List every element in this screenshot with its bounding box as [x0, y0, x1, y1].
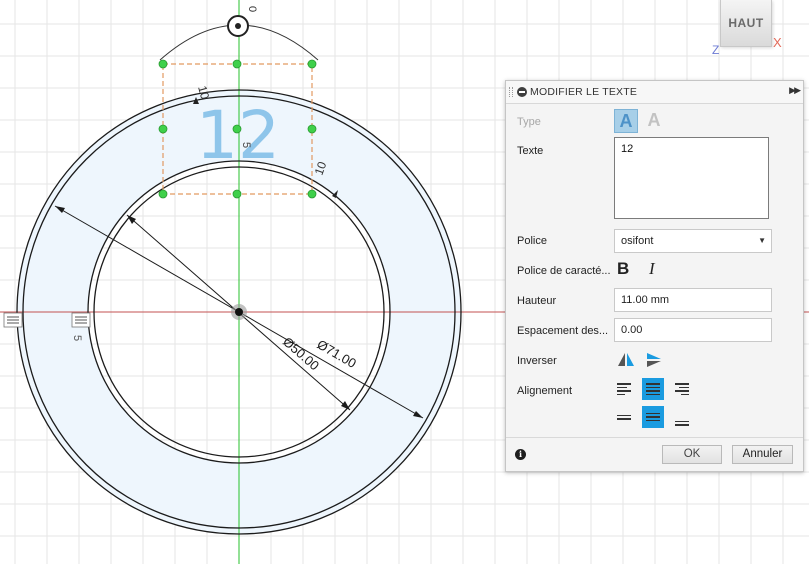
grip-handle[interactable]: [232, 124, 242, 134]
height-label: Hauteur: [517, 295, 557, 307]
font-select[interactable]: osifont ▼: [614, 229, 772, 253]
type-label: Type: [517, 116, 541, 128]
spacing-label: Espacement des...: [517, 325, 609, 337]
small-dimension: 5: [240, 142, 252, 148]
valign-top-button[interactable]: [613, 406, 635, 428]
info-icon[interactable]: i: [515, 449, 526, 460]
text-input[interactable]: 12: [614, 137, 769, 219]
constraint-icon[interactable]: [3, 312, 23, 328]
text-label: Texte: [517, 145, 544, 157]
ok-button[interactable]: OK: [662, 445, 722, 464]
constraint-icon[interactable]: [71, 312, 91, 328]
axis-x-label: X: [773, 35, 782, 50]
type-text-button[interactable]: A: [614, 109, 638, 133]
chevron-down-icon: ▼: [758, 236, 766, 245]
align-center-icon: [646, 383, 660, 395]
viewcube[interactable]: HAUT: [720, 0, 772, 47]
footer-divider: [506, 437, 803, 438]
flip-vertical-icon[interactable]: [644, 350, 664, 370]
viewcube-face-label: HAUT: [728, 16, 764, 30]
cancel-button[interactable]: Annuler: [732, 445, 793, 464]
outer-diameter-label[interactable]: Ø71.00: [315, 337, 359, 371]
edit-text-dialog: MODIFIER LE TEXTE ▶▶ Type A A Texte 12 P…: [505, 80, 804, 472]
dim-arrow: [341, 401, 350, 410]
bold-button[interactable]: B: [617, 259, 629, 279]
align-right-button[interactable]: [671, 378, 693, 400]
type-glyph: A: [619, 110, 633, 131]
font-label: Police: [517, 235, 547, 247]
grip-handle[interactable]: [307, 59, 317, 69]
type-text-path-button[interactable]: A: [643, 109, 665, 131]
grip-handle[interactable]: [158, 124, 168, 134]
flip-label: Inverser: [517, 355, 557, 367]
grip-handle[interactable]: [158, 189, 168, 199]
align-center-button[interactable]: [642, 378, 664, 400]
font-value: osifont: [621, 235, 654, 247]
valign-bottom-button[interactable]: [671, 412, 693, 434]
valign-top-icon: [617, 414, 631, 420]
valign-middle-icon: [646, 412, 660, 422]
drag-grip-icon[interactable]: [509, 87, 513, 97]
align-left-button[interactable]: [613, 378, 635, 400]
grip-handle[interactable]: [307, 124, 317, 134]
grip-handle[interactable]: [232, 59, 242, 69]
spacing-input[interactable]: 0.00: [614, 318, 772, 342]
grip-handle[interactable]: [307, 189, 317, 199]
valign-middle-button[interactable]: [642, 406, 664, 428]
grip-handle[interactable]: [158, 59, 168, 69]
type-glyph: A: [647, 109, 661, 130]
alignment-label: Alignement: [517, 385, 573, 397]
font-style-label: Police de caracté...: [517, 265, 611, 277]
align-left-icon: [617, 383, 631, 395]
center-point[interactable]: [235, 308, 243, 316]
constraint-value: 5: [71, 335, 83, 341]
italic-button[interactable]: I: [649, 259, 655, 279]
grip-handle[interactable]: [232, 189, 242, 199]
align-right-icon: [675, 383, 689, 395]
text-preview[interactable]: 12: [196, 97, 280, 174]
flip-horizontal-icon[interactable]: [616, 350, 636, 370]
expand-icon[interactable]: ▶▶: [789, 85, 801, 96]
dialog-header[interactable]: MODIFIER LE TEXTE ▶▶: [506, 81, 803, 104]
dialog-title: MODIFIER LE TEXTE: [530, 86, 638, 98]
collapse-icon[interactable]: [517, 87, 527, 97]
axis-z-label: Z: [712, 43, 720, 57]
height-input[interactable]: 11.00 mm: [614, 288, 772, 312]
valign-bottom-icon: [675, 420, 689, 426]
rotation-handle-dot: [235, 23, 241, 29]
rotation-value: 0: [246, 6, 258, 12]
